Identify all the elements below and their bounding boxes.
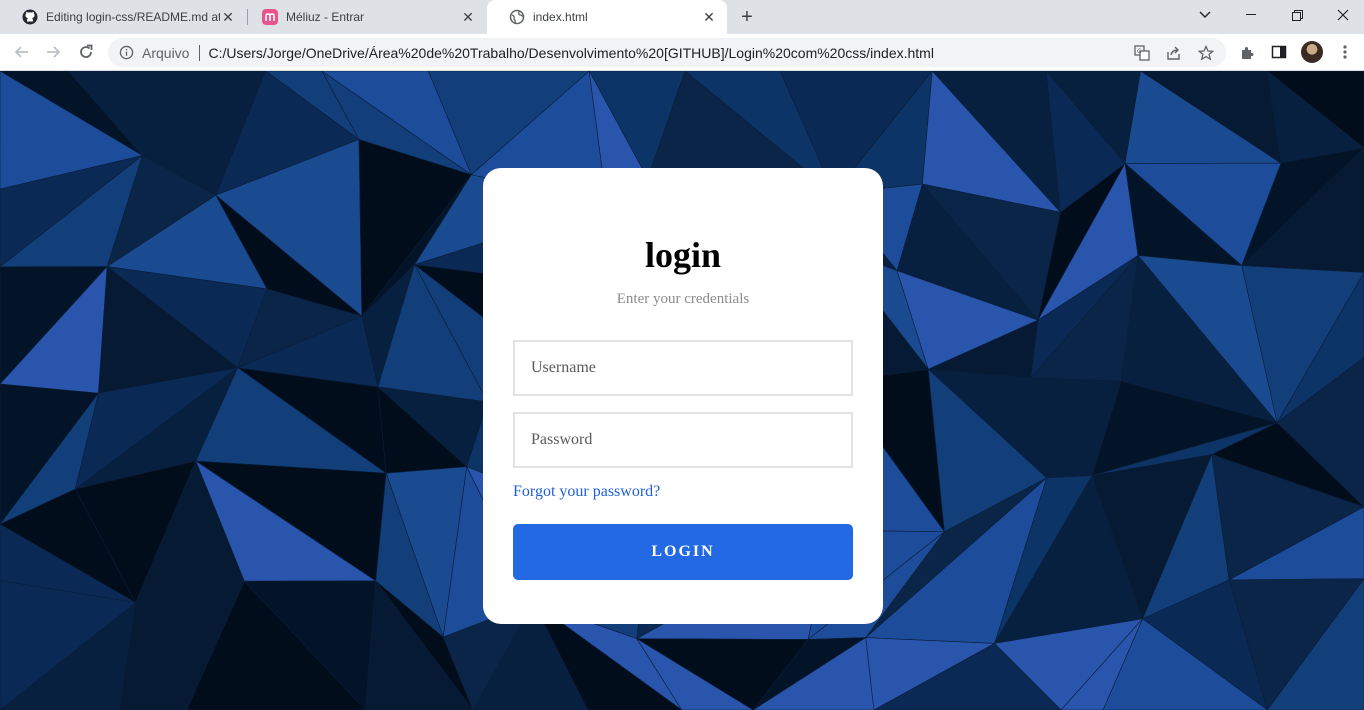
login-button[interactable]: LOGIN: [513, 524, 853, 580]
share-icon[interactable]: [1166, 45, 1182, 61]
new-tab-icon[interactable]: +: [737, 6, 757, 28]
login-card: login Enter your credentials Forgot your…: [483, 168, 883, 624]
browser-toolbar: Arquivo C:/Users/Jorge/OneDrive/Área%20d…: [0, 34, 1364, 71]
close-icon[interactable]: ✕: [220, 9, 236, 25]
tab-meliuz[interactable]: Méliuz - Entrar ✕: [240, 0, 486, 34]
page-subtitle: Enter your credentials: [616, 291, 750, 307]
restore-icon[interactable]: [1274, 0, 1320, 30]
tab-github-readme[interactable]: Editing login-css/README.md at ✕: [0, 0, 246, 34]
address-bar[interactable]: Arquivo C:/Users/Jorge/OneDrive/Área%20d…: [108, 38, 1226, 67]
username-input[interactable]: [513, 340, 853, 396]
extensions-icon[interactable]: [1238, 42, 1258, 62]
tab-strip: Editing login-css/README.md at ✕ Méliuz …: [0, 0, 1364, 34]
window-close-icon[interactable]: [1320, 0, 1364, 30]
back-arrow-icon[interactable]: [10, 40, 34, 64]
page-viewport: login Enter your credentials Forgot your…: [0, 71, 1364, 710]
close-icon[interactable]: ✕: [460, 9, 476, 25]
password-input[interactable]: [513, 412, 853, 468]
translate-icon[interactable]: G: [1134, 45, 1150, 61]
reload-icon[interactable]: [74, 40, 98, 64]
svg-text:G: G: [1137, 48, 1142, 55]
github-icon: [22, 9, 38, 25]
chevron-down-icon[interactable]: [1182, 0, 1228, 30]
close-icon[interactable]: ✕: [701, 9, 717, 25]
page-title: login: [644, 235, 722, 275]
globe-icon: [509, 9, 525, 25]
minimize-icon[interactable]: [1228, 0, 1274, 30]
forgot-password-link[interactable]: Forgot your password?: [513, 483, 660, 501]
tab-index-html[interactable]: index.html ✕: [487, 0, 727, 34]
info-icon[interactable]: [118, 45, 134, 61]
url-text[interactable]: C:/Users/Jorge/OneDrive/Área%20de%20Trab…: [208, 45, 933, 61]
tab-title: Editing login-css/README.md at: [46, 10, 220, 24]
avatar[interactable]: [1301, 41, 1323, 63]
security-label: Arquivo: [142, 44, 190, 61]
forward-arrow-icon[interactable]: [41, 40, 65, 64]
menu-dots-icon[interactable]: [1335, 42, 1355, 62]
side-panel-icon[interactable]: [1269, 42, 1289, 62]
star-icon[interactable]: [1198, 45, 1214, 61]
tab-title: Méliuz - Entrar: [286, 10, 365, 24]
tab-title: index.html: [533, 10, 588, 24]
divider: [199, 44, 201, 61]
meliuz-icon: [262, 9, 278, 25]
